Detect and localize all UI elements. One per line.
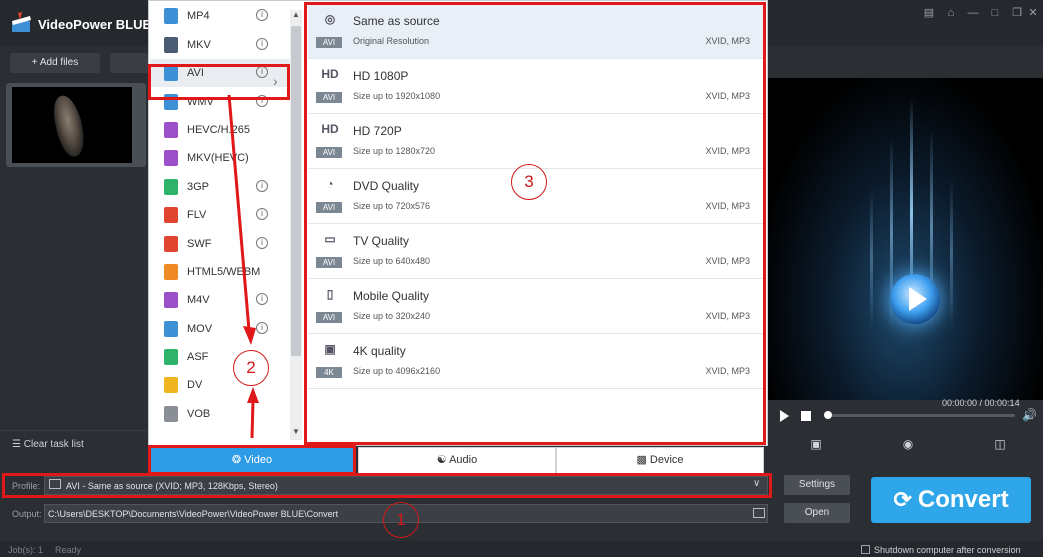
format-item[interactable]: MKV(HEVC) <box>150 144 290 172</box>
add-files-button[interactable]: + Add files <box>10 53 100 73</box>
format-file-icon <box>164 349 178 365</box>
annotation-number-1: 1 <box>383 502 419 538</box>
job-count: Job(s): 1 <box>8 545 44 555</box>
output-path-value: C:\Users\DESKTOP\Documents\VideoPower\Vi… <box>48 509 339 519</box>
maximize-button[interactable]: □ <box>986 6 1004 20</box>
snapshot-icon[interactable]: ◉ <box>900 437 916 451</box>
info-icon[interactable]: i <box>256 38 268 50</box>
annotation-arrows <box>227 94 259 439</box>
volume-icon[interactable]: 🔊 <box>1022 408 1037 422</box>
info-icon[interactable]: i <box>256 9 268 21</box>
format-item[interactable]: VOB <box>150 400 290 428</box>
add-files-label: Add files <box>39 57 79 68</box>
settings-button[interactable]: Settings <box>784 475 850 495</box>
crop-icon[interactable]: ▣ <box>808 437 824 451</box>
annotation-box-profile <box>2 473 772 498</box>
divider <box>0 430 150 431</box>
toolbar-extra-button[interactable] <box>110 53 150 73</box>
format-item[interactable]: MOV i <box>150 315 290 343</box>
minimize-button[interactable]: — <box>964 6 982 20</box>
format-file-icon <box>164 264 178 280</box>
tab-device[interactable]: ▩ Device <box>556 447 764 474</box>
tab-device-label: Device <box>649 454 684 466</box>
format-item[interactable]: HEVC/H.265 <box>150 116 290 144</box>
stop-icon[interactable] <box>801 411 811 421</box>
format-item[interactable]: DV <box>150 371 290 399</box>
preview-play-icon <box>909 287 927 311</box>
open-folder-icon[interactable]: ◫ <box>992 437 1008 451</box>
refresh-icon: ⟳ <box>893 487 912 512</box>
format-file-icon <box>164 179 178 195</box>
video-preview <box>765 78 1043 400</box>
plus-icon: + <box>31 57 40 68</box>
clear-task-list-button[interactable]: ☰ Clear task list <box>12 439 84 450</box>
format-item[interactable]: HTML5/WEBM <box>150 258 290 286</box>
format-label: VOB <box>187 408 211 420</box>
open-button[interactable]: Open <box>784 503 850 523</box>
app-title: VideoPower BLUE <box>38 17 152 32</box>
format-file-icon <box>164 207 178 223</box>
play-icon[interactable] <box>780 410 789 422</box>
close-button[interactable]: ✕ <box>1024 6 1042 20</box>
output-label: Output: <box>12 509 42 519</box>
format-file-icon <box>164 122 178 138</box>
format-file-icon <box>164 377 178 393</box>
format-file-icon <box>164 8 178 24</box>
annotation-number-3: 3 <box>511 164 547 200</box>
cart-icon[interactable]: ▤ <box>920 6 938 20</box>
format-item[interactable]: M4V i <box>150 286 290 314</box>
format-item[interactable]: SWF i <box>150 230 290 258</box>
convert-button[interactable]: ⟳ Convert <box>871 477 1031 523</box>
status-text: Ready <box>55 545 82 555</box>
convert-label: Convert <box>917 486 1009 513</box>
format-item[interactable]: MKV i <box>150 31 290 59</box>
format-file-icon <box>164 321 178 337</box>
clear-list-icon: ☰ <box>12 439 24 450</box>
seek-bar[interactable] <box>825 414 1015 417</box>
browse-folder-icon[interactable] <box>753 508 765 518</box>
app-logo-icon <box>12 12 31 32</box>
tab-audio[interactable]: ☯ Audio <box>358 447 556 474</box>
headphones-icon: ☯ <box>436 454 450 466</box>
format-scroll-thumb[interactable] <box>291 26 301 356</box>
scroll-up-icon[interactable]: ▲ <box>292 10 300 19</box>
format-label: MP4 <box>187 10 210 22</box>
time-readout: 00:00:00 / 00:00:14 <box>942 398 1020 408</box>
format-label: FLV <box>187 209 207 221</box>
format-label: SWF <box>187 238 212 250</box>
annotation-box-presets <box>304 2 766 445</box>
format-item[interactable]: FLV i <box>150 201 290 229</box>
annotation-box-video-tab <box>148 445 356 475</box>
shutdown-label: Shutdown computer after conversion <box>874 545 1021 555</box>
scroll-down-icon[interactable]: ▼ <box>292 427 300 436</box>
format-label: MOV <box>187 323 213 335</box>
format-label: 3GP <box>187 181 210 193</box>
shutdown-checkbox[interactable] <box>861 545 870 554</box>
format-label: M4V <box>187 294 210 306</box>
tab-audio-label: Audio <box>449 454 478 466</box>
home-icon[interactable]: ⌂ <box>942 6 960 20</box>
format-file-icon <box>164 406 178 422</box>
format-item[interactable]: ASF <box>150 343 290 371</box>
seek-handle[interactable] <box>824 411 832 419</box>
format-label: ASF <box>187 351 209 363</box>
format-label: DV <box>187 379 203 391</box>
format-item[interactable]: 3GP i <box>150 173 290 201</box>
annotation-number-2: 2 <box>233 350 269 386</box>
format-file-icon <box>164 292 178 308</box>
format-file-icon <box>164 37 178 53</box>
format-item[interactable]: MP4 i <box>150 2 290 30</box>
clear-task-list-label: Clear task list <box>23 439 84 450</box>
device-icon: ▩ <box>636 454 650 466</box>
format-file-icon <box>164 150 178 166</box>
format-file-icon <box>164 236 178 252</box>
format-label: MKV <box>187 39 211 51</box>
annotation-box-avi <box>148 64 290 100</box>
